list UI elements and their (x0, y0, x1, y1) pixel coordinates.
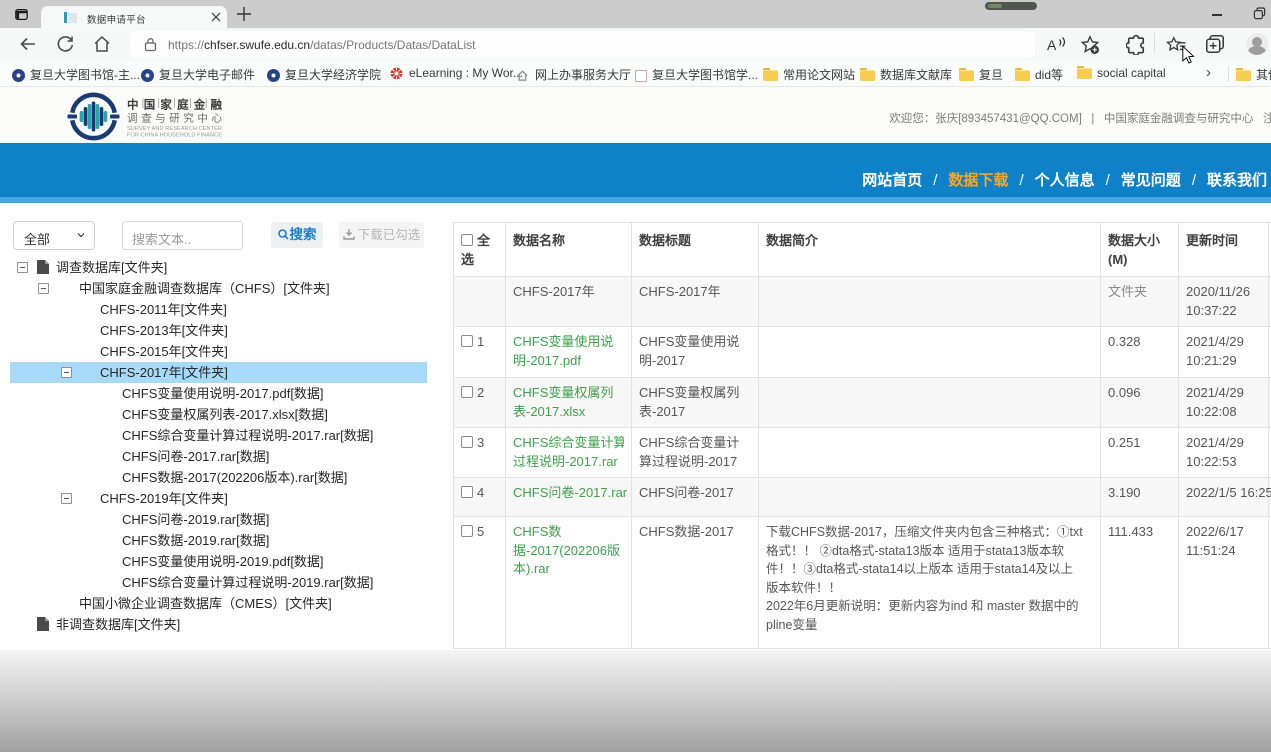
svg-text:A: A (1047, 37, 1057, 53)
svg-text:SURVEY AND RESEARCH CENTER: SURVEY AND RESEARCH CENTER (127, 126, 222, 132)
svg-text:调查与研究中心: 调查与研究中心 (127, 112, 223, 125)
svg-text:FOR CHINA HOUSEHOLD FINANCE: FOR CHINA HOUSEHOLD FINANCE (127, 133, 222, 139)
